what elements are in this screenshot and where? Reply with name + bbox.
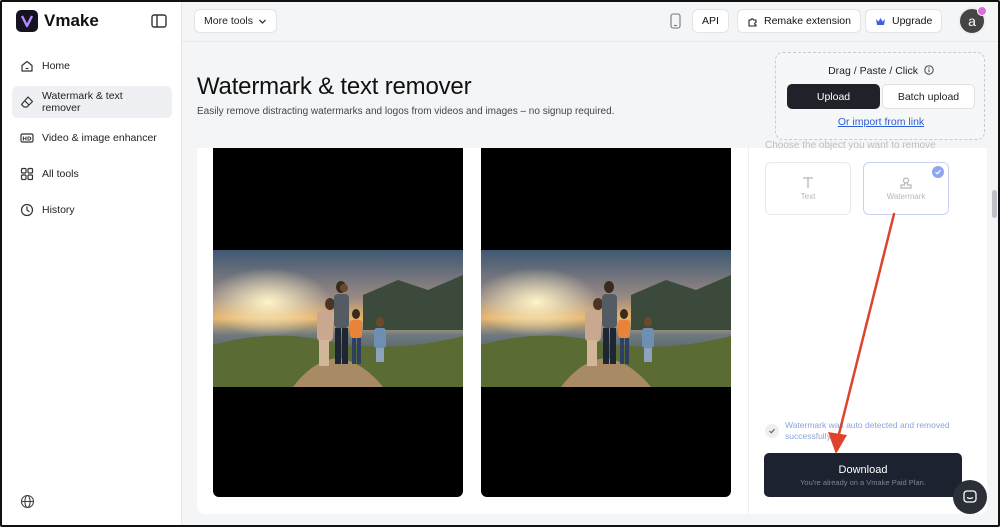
- notification-dot: [977, 6, 987, 16]
- extension-icon: [748, 17, 757, 27]
- sidebar-item-label: History: [42, 204, 75, 216]
- upload-hint-text: Drag / Paste / Click: [828, 65, 918, 77]
- selected-check-icon: [932, 166, 944, 178]
- sidebar-item-label: Watermark & text remover: [42, 90, 123, 114]
- sidebar-toggle-icon[interactable]: [150, 12, 168, 30]
- option-watermark-label: Watermark: [886, 192, 926, 201]
- upgrade-button[interactable]: Upgrade: [865, 9, 943, 33]
- sidebar-item-enhancer[interactable]: HD Video & image enhancer: [12, 122, 172, 154]
- option-text-label: Text: [800, 192, 816, 201]
- sidebar-item-home[interactable]: Home: [12, 50, 172, 82]
- choose-object-label: Choose the object you want to remove: [765, 140, 936, 151]
- sidebar-item-label: Video & image enhancer: [42, 132, 157, 144]
- sidebar: Vmake Home Watermark & text remover HD V…: [2, 2, 182, 525]
- batch-upload-button[interactable]: Batch upload: [882, 84, 975, 109]
- original-preview: [213, 148, 463, 497]
- grid-icon: [20, 167, 34, 181]
- page-title: Watermark & text remover: [197, 73, 472, 100]
- download-button[interactable]: Download You're already on a Vmake Paid …: [764, 453, 962, 497]
- workspace-card: Choose the object you want to remove Tex…: [197, 140, 987, 514]
- hd-icon: HD: [20, 133, 34, 143]
- top-bar: More tools API Remake extension Upgrade …: [182, 2, 998, 42]
- chat-support-button[interactable]: [953, 480, 987, 514]
- clock-icon: [20, 203, 34, 217]
- more-tools-label: More tools: [204, 15, 254, 27]
- remake-extension-button[interactable]: Remake extension: [737, 9, 861, 33]
- info-icon[interactable]: [924, 65, 934, 75]
- download-plan-note: You're already on a Vmake Paid Plan.: [800, 477, 926, 487]
- family-beach-photo: [481, 250, 731, 387]
- result-preview: [481, 148, 731, 497]
- globe-icon[interactable]: [20, 494, 35, 509]
- page-subtitle: Easily remove distracting watermarks and…: [197, 106, 615, 117]
- avatar-letter: a: [968, 13, 976, 29]
- import-from-link[interactable]: Or import from link: [776, 116, 986, 128]
- detection-status-text: Watermark was auto detected and removed …: [785, 420, 950, 441]
- sidebar-item-label: Home: [42, 60, 71, 72]
- upload-hint: Drag / Paste / Click: [776, 65, 986, 77]
- home-icon: [21, 60, 33, 72]
- text-icon: [803, 177, 813, 188]
- api-label: API: [702, 15, 719, 27]
- download-label: Download: [838, 463, 888, 476]
- detection-status: Watermark was auto detected and removed …: [765, 420, 965, 442]
- crown-icon: [876, 17, 885, 25]
- chat-icon: [963, 490, 977, 503]
- stamp-icon: [900, 177, 912, 189]
- more-tools-dropdown[interactable]: More tools: [194, 9, 278, 33]
- option-text[interactable]: Text: [765, 162, 851, 215]
- remake-extension-label: Remake extension: [764, 15, 851, 27]
- eraser-icon: [20, 96, 34, 108]
- upgrade-label: Upgrade: [892, 15, 933, 27]
- sidebar-item-watermark-remover[interactable]: Watermark & text remover: [12, 86, 172, 118]
- mobile-icon[interactable]: [670, 13, 681, 29]
- upload-button[interactable]: Upload: [787, 84, 880, 109]
- option-watermark[interactable]: Watermark: [863, 162, 949, 215]
- brand-name: Vmake: [44, 11, 99, 30]
- avatar[interactable]: a: [958, 6, 987, 35]
- vmake-logo-icon: [16, 10, 38, 32]
- check-circle-icon: [765, 424, 779, 438]
- sidebar-item-all-tools[interactable]: All tools: [12, 158, 172, 190]
- sidebar-item-history[interactable]: History: [12, 194, 172, 226]
- api-button[interactable]: API: [692, 9, 729, 33]
- sidebar-nav: Home Watermark & text remover HD Video &…: [12, 50, 172, 230]
- sidebar-item-label: All tools: [42, 168, 79, 180]
- options-panel: Choose the object you want to remove Tex…: [748, 140, 987, 514]
- scrollbar-thumb[interactable]: [992, 190, 997, 218]
- svg-text:HD: HD: [22, 137, 32, 143]
- upload-dropzone[interactable]: Drag / Paste / Click Upload Batch upload…: [775, 52, 985, 140]
- app-window: Vmake Home Watermark & text remover HD V…: [0, 0, 1000, 527]
- brand[interactable]: Vmake: [16, 10, 99, 32]
- family-beach-photo: [213, 250, 463, 387]
- chevron-down-icon: [259, 19, 266, 24]
